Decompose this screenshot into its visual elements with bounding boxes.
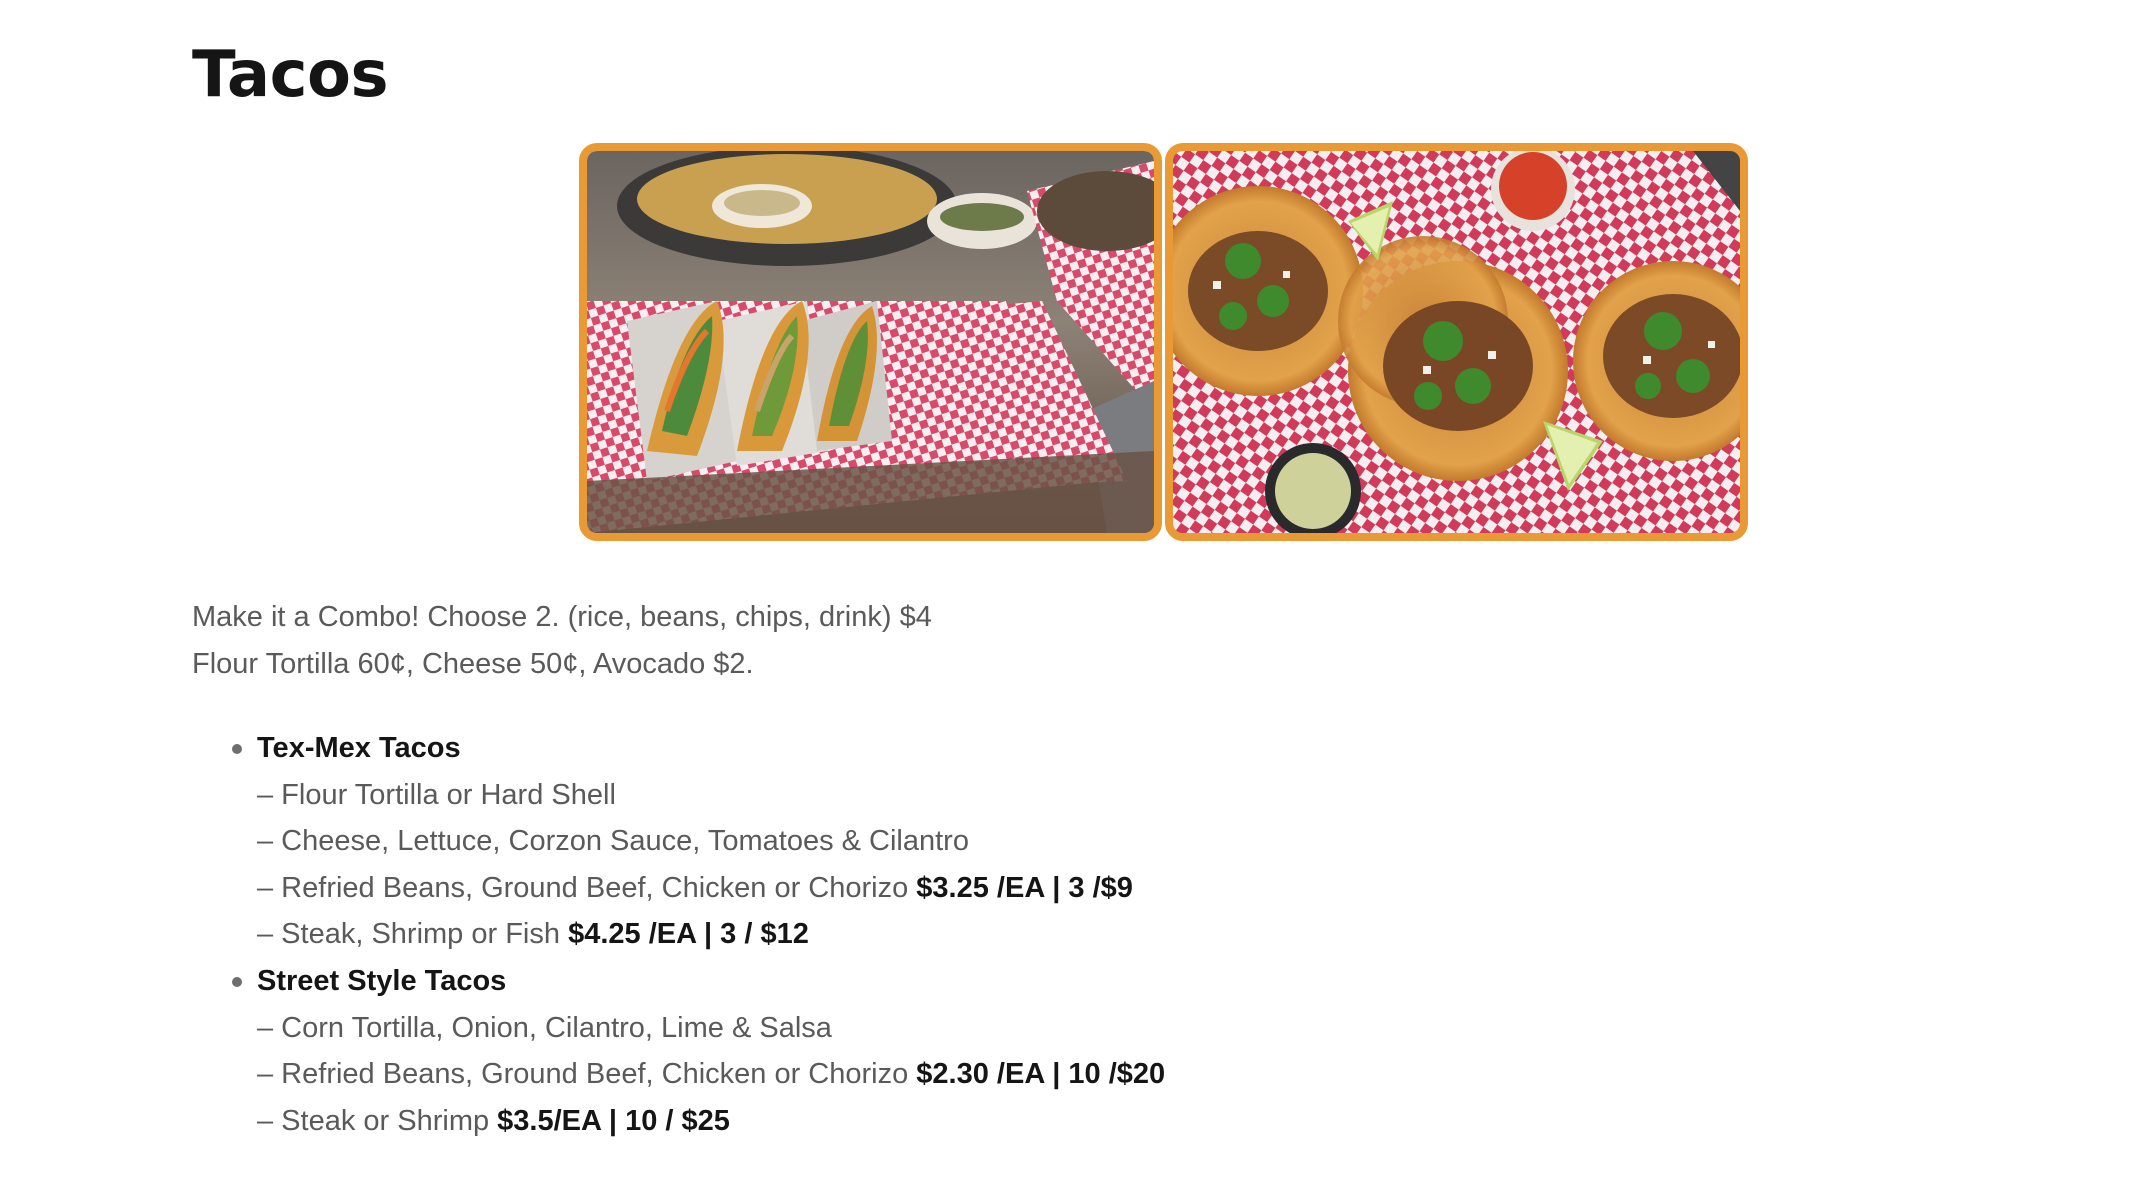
bullet-icon <box>232 744 242 754</box>
combo-description: Make it a Combo! Choose 2. (rice, beans,… <box>192 594 932 688</box>
price-text: $4.25 /EA | 3 / $12 <box>568 918 809 951</box>
street-tacos-photo[interactable] <box>1165 143 1748 541</box>
detail-text: – Steak or Shrimp <box>257 1104 498 1137</box>
menu-item-detail: – Steak, Shrimp or Fish $4.25 /EA | 3 / … <box>257 911 1165 958</box>
price-text: $3.25 /EA | 3 /$9 <box>916 871 1133 904</box>
list-item: Street Style Tacos – Corn Tortilla, Onio… <box>192 958 1165 1144</box>
detail-text: – Steak, Shrimp or Fish <box>257 918 569 951</box>
photo-gallery <box>579 143 1748 541</box>
detail-text: – Refried Beans, Ground Beef, Chicken or… <box>257 1058 917 1091</box>
menu-item-detail: – Corn Tortilla, Onion, Cilantro, Lime &… <box>257 1005 1165 1052</box>
page-title: Tacos <box>192 38 389 112</box>
price-text: $2.30 /EA | 10 /$20 <box>916 1058 1166 1091</box>
tex-mex-tacos-photo[interactable] <box>579 143 1162 541</box>
bullet-icon <box>232 976 242 987</box>
detail-text: – Corn Tortilla, Onion, Cilantro, Lime &… <box>257 1011 832 1044</box>
tex-mex-tacos-image <box>587 151 1154 533</box>
menu-item-name: Street Style Tacos <box>257 964 507 997</box>
menu-item-detail: – Flour Tortilla or Hard Shell <box>257 772 1165 819</box>
menu-item-name: Tex-Mex Tacos <box>257 732 461 764</box>
extras-text: Flour Tortilla 60¢, Cheese 50¢, Avocado … <box>192 648 754 680</box>
list-item: Tex-Mex Tacos – Flour Tortilla or Hard S… <box>192 725 1165 958</box>
price-text: $3.5/EA | 10 / $25 <box>497 1104 730 1137</box>
combo-text: Make it a Combo! Choose 2. (rice, beans,… <box>192 601 932 633</box>
menu-item-detail: – Steak or Shrimp $3.5/EA | 10 / $25 <box>257 1098 1165 1145</box>
detail-text: – Refried Beans, Ground Beef, Chicken or… <box>257 871 917 904</box>
street-tacos-image <box>1173 151 1740 533</box>
taco-menu-list: Tex-Mex Tacos – Flour Tortilla or Hard S… <box>192 725 1165 1144</box>
detail-text: – Cheese, Lettuce, Corzon Sauce, Tomatoe… <box>257 825 969 858</box>
menu-item-detail: – Refried Beans, Ground Beef, Chicken or… <box>257 865 1165 912</box>
menu-item-detail: – Refried Beans, Ground Beef, Chicken or… <box>257 1051 1165 1098</box>
detail-text: – Flour Tortilla or Hard Shell <box>257 778 616 811</box>
menu-item-detail: – Cheese, Lettuce, Corzon Sauce, Tomatoe… <box>257 818 1165 865</box>
